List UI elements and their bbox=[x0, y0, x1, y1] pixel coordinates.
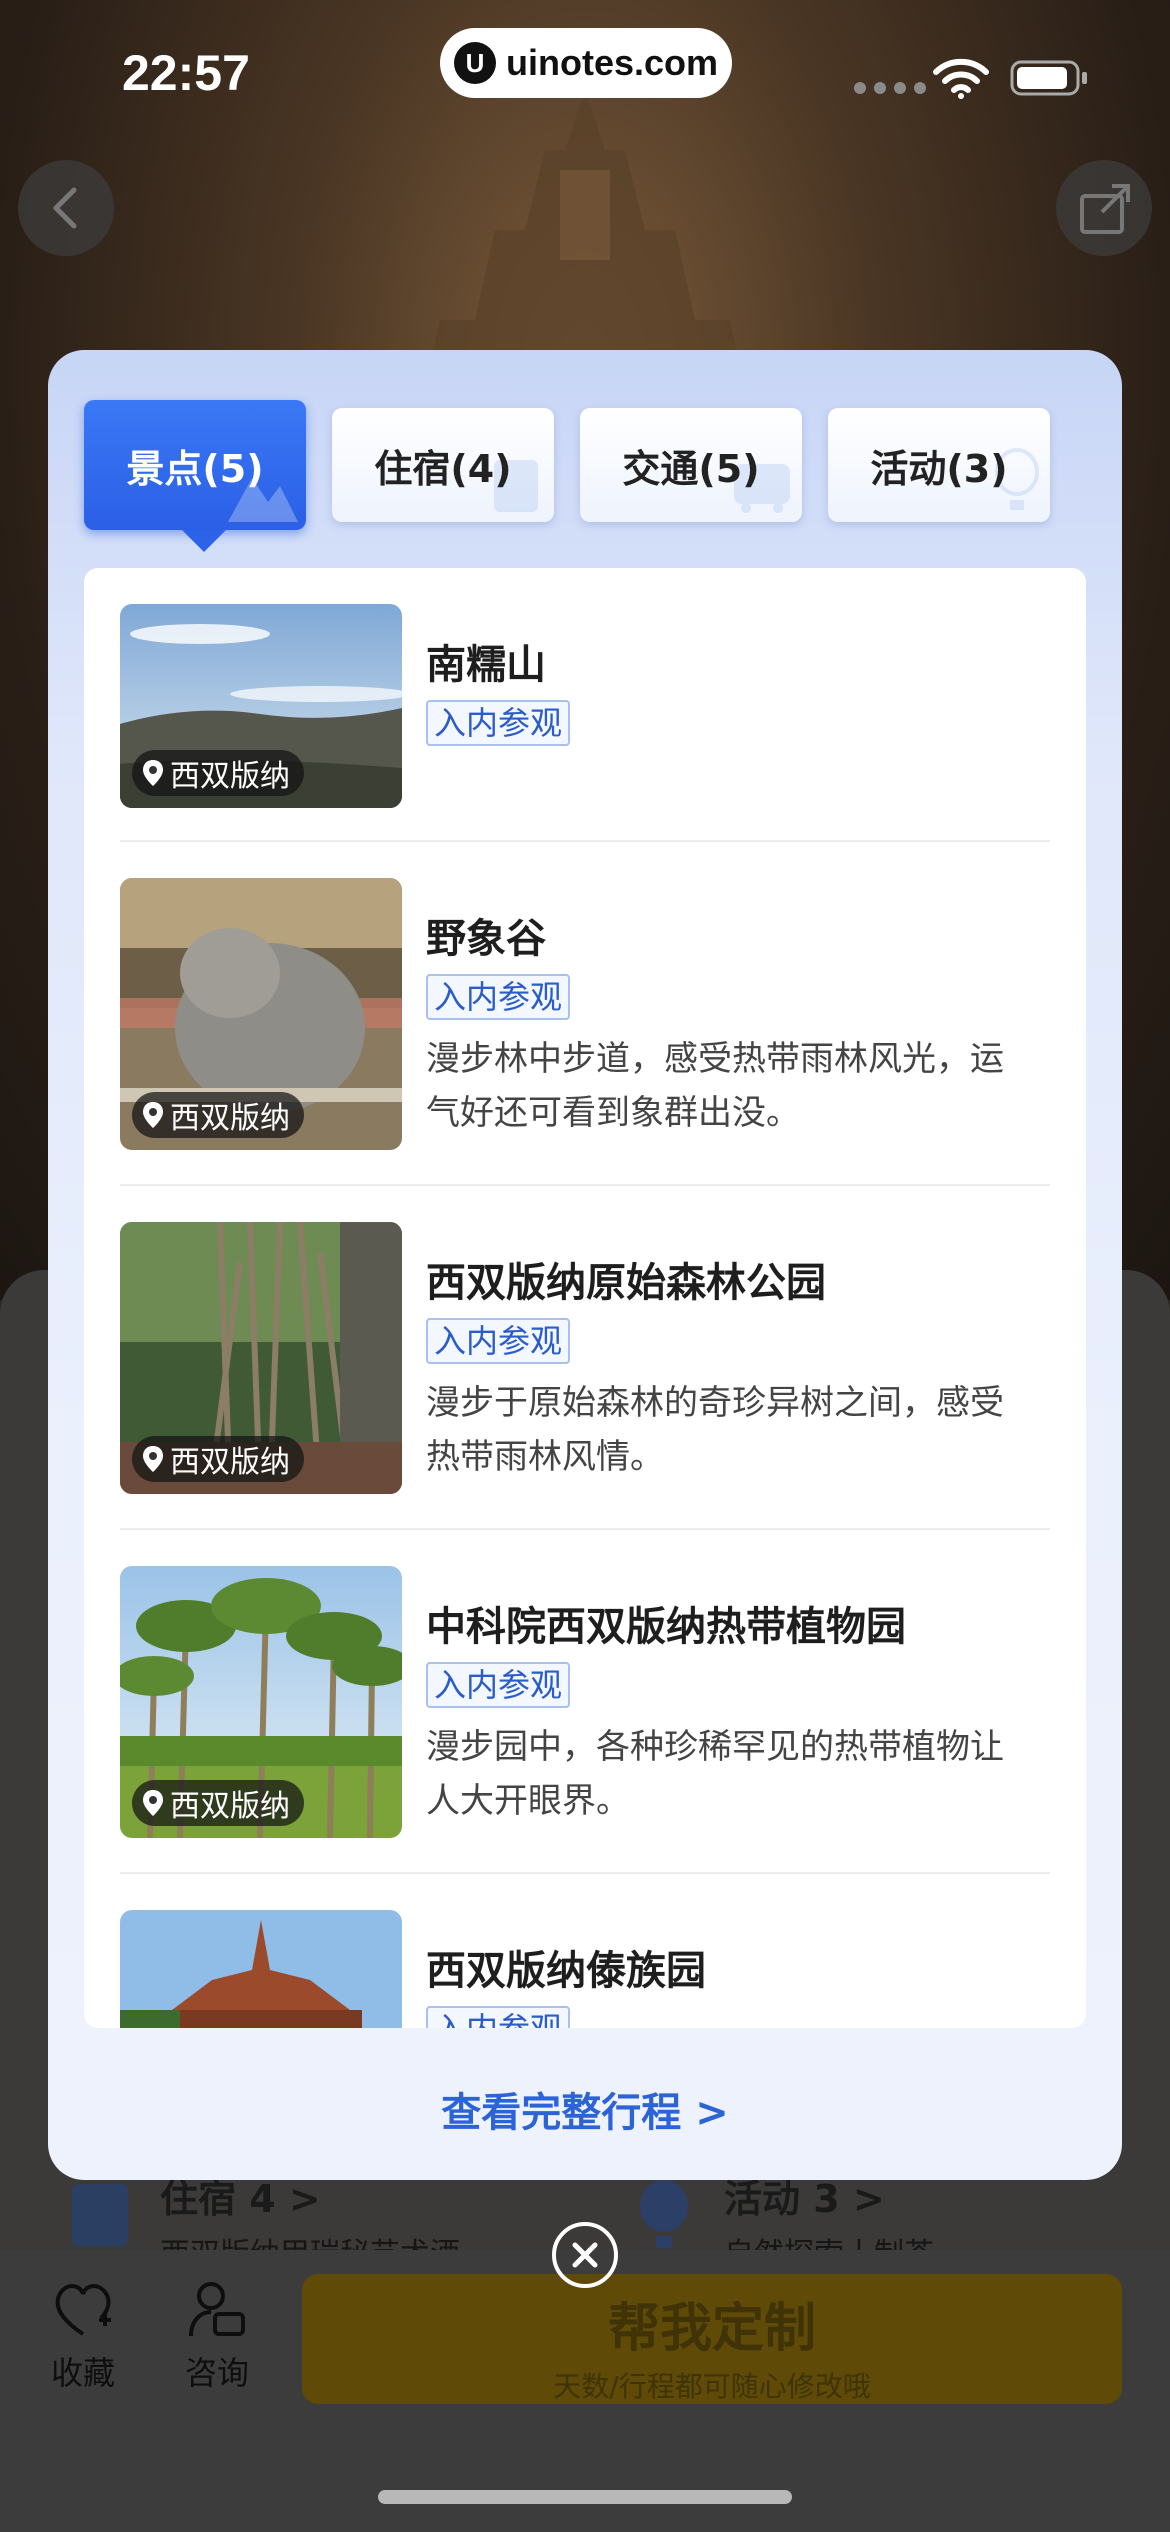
signal-icon bbox=[854, 82, 926, 94]
visit-tag: 入内参观 bbox=[426, 1662, 571, 1708]
background-stay-row: 住宿 4 > 西双版纳甲瑞秘艺术酒 bbox=[160, 2177, 460, 2272]
visit-tag: 入内参观 bbox=[426, 974, 571, 1020]
attraction-description: 漫步于原始森林的奇珍异树之间，感受热带雨林风情。 bbox=[426, 1383, 1004, 1477]
tab-attractions[interactable]: 景点(5) bbox=[84, 400, 306, 552]
attraction-title: 西双版纳傣族园 bbox=[426, 1948, 706, 1994]
location-pin-icon bbox=[143, 1102, 163, 1128]
url-pill[interactable]: U uinotes.com bbox=[440, 28, 732, 98]
location-tag: 西双版纳 bbox=[132, 1436, 304, 1482]
tab-stay[interactable]: 住宿(4) bbox=[332, 408, 554, 522]
wifi-icon bbox=[933, 58, 989, 99]
uinotes-logo-icon: U bbox=[453, 42, 496, 84]
balloon-icon bbox=[640, 2180, 688, 2248]
list-item[interactable]: 西双版纳 西双版纳原始森林公园 入内参观 漫步于原始森林的奇珍异树之间，感受热带… bbox=[120, 1222, 1050, 1494]
visit-tag: 入内参观 bbox=[426, 1318, 571, 1364]
visit-tag: 入内参观 bbox=[426, 2006, 571, 2028]
share-button[interactable] bbox=[1056, 160, 1152, 256]
close-icon bbox=[572, 2242, 598, 2268]
background-activity-row: 活动 3 > 自然探索丨制茶 bbox=[724, 2177, 934, 2272]
attraction-title: 西双版纳原始森林公园 bbox=[426, 1260, 826, 1306]
customize-button[interactable]: 帮我定制 天数/行程都可随心修改哦 bbox=[302, 2274, 1122, 2404]
location-pin-icon bbox=[143, 760, 163, 786]
tab-transport[interactable]: 交通(5) bbox=[580, 408, 802, 522]
tab-activities[interactable]: 活动(3) bbox=[828, 408, 1050, 522]
chevron-left-icon bbox=[53, 187, 77, 229]
back-button[interactable] bbox=[18, 160, 114, 256]
divider bbox=[120, 840, 1050, 842]
attractions-list: 西双版纳 南糯山 入内参观 西双版纳 野象谷 入内参观 漫步林中步道，感受热带雨… bbox=[84, 568, 1086, 2028]
list-item[interactable]: 西双版纳 南糯山 入内参观 bbox=[120, 604, 1050, 808]
list-item[interactable]: 西双版纳 中科院西双版纳热带植物园 入内参观 漫步园中，各种珍稀罕见的热带植物让… bbox=[120, 1566, 1050, 1838]
attraction-photo bbox=[120, 1910, 402, 2028]
close-modal-button[interactable] bbox=[552, 2222, 618, 2288]
divider bbox=[120, 1872, 1050, 1874]
attraction-title: 中科院西双版纳热带植物园 bbox=[426, 1604, 906, 1650]
attraction-description: 漫步林中步道，感受热带雨林风光，运气好还可看到象群出没。 bbox=[426, 1039, 1004, 1133]
status-time: 22:57 bbox=[122, 45, 250, 101]
attraction-photo: 西双版纳 bbox=[120, 878, 402, 1150]
attraction-title: 野象谷 bbox=[426, 916, 546, 962]
heart-plus-icon bbox=[55, 2284, 111, 2336]
itinerary-modal: 景点(5) 住宿(4) 交通(5) 活动(3) 西双版纳 南糯山 入内参观 西双… bbox=[48, 350, 1122, 2180]
category-tabs: 景点(5) 住宿(4) 交通(5) 活动(3) bbox=[84, 400, 1086, 552]
attraction-photo: 西双版纳 bbox=[120, 1222, 402, 1494]
consult-icon bbox=[189, 2282, 245, 2337]
location-pin-icon bbox=[143, 1790, 163, 1816]
location-pin-icon bbox=[143, 1446, 163, 1472]
attraction-photo: 西双版纳 bbox=[120, 1566, 402, 1838]
attraction-description: 漫步园中，各种珍稀罕见的热带植物让人大开眼界。 bbox=[426, 1727, 1004, 1821]
view-full-itinerary-link[interactable]: 查看完整行程 > bbox=[48, 2080, 1122, 2138]
visit-tag: 入内参观 bbox=[426, 700, 571, 746]
attraction-title: 南糯山 bbox=[426, 642, 546, 688]
location-tag: 西双版纳 bbox=[132, 1780, 304, 1826]
share-icon bbox=[1080, 184, 1130, 234]
divider bbox=[120, 1528, 1050, 1530]
divider bbox=[120, 1184, 1050, 1186]
book-icon bbox=[72, 2184, 128, 2246]
favorite-button[interactable]: 收藏 bbox=[28, 2280, 138, 2394]
attraction-photo: 西双版纳 bbox=[120, 604, 402, 808]
list-item[interactable]: 西双版纳傣族园 入内参观 bbox=[120, 1910, 1050, 2028]
list-item[interactable]: 西双版纳 野象谷 入内参观 漫步林中步道，感受热带雨林风光，运气好还可看到象群出… bbox=[120, 878, 1050, 1150]
location-tag: 西双版纳 bbox=[132, 750, 304, 796]
home-indicator[interactable] bbox=[378, 2490, 792, 2504]
url-text: uinotes.com bbox=[505, 42, 719, 83]
battery-icon bbox=[1010, 60, 1087, 96]
consult-button[interactable]: 咨询 bbox=[162, 2280, 272, 2394]
location-tag: 西双版纳 bbox=[132, 1092, 304, 1138]
